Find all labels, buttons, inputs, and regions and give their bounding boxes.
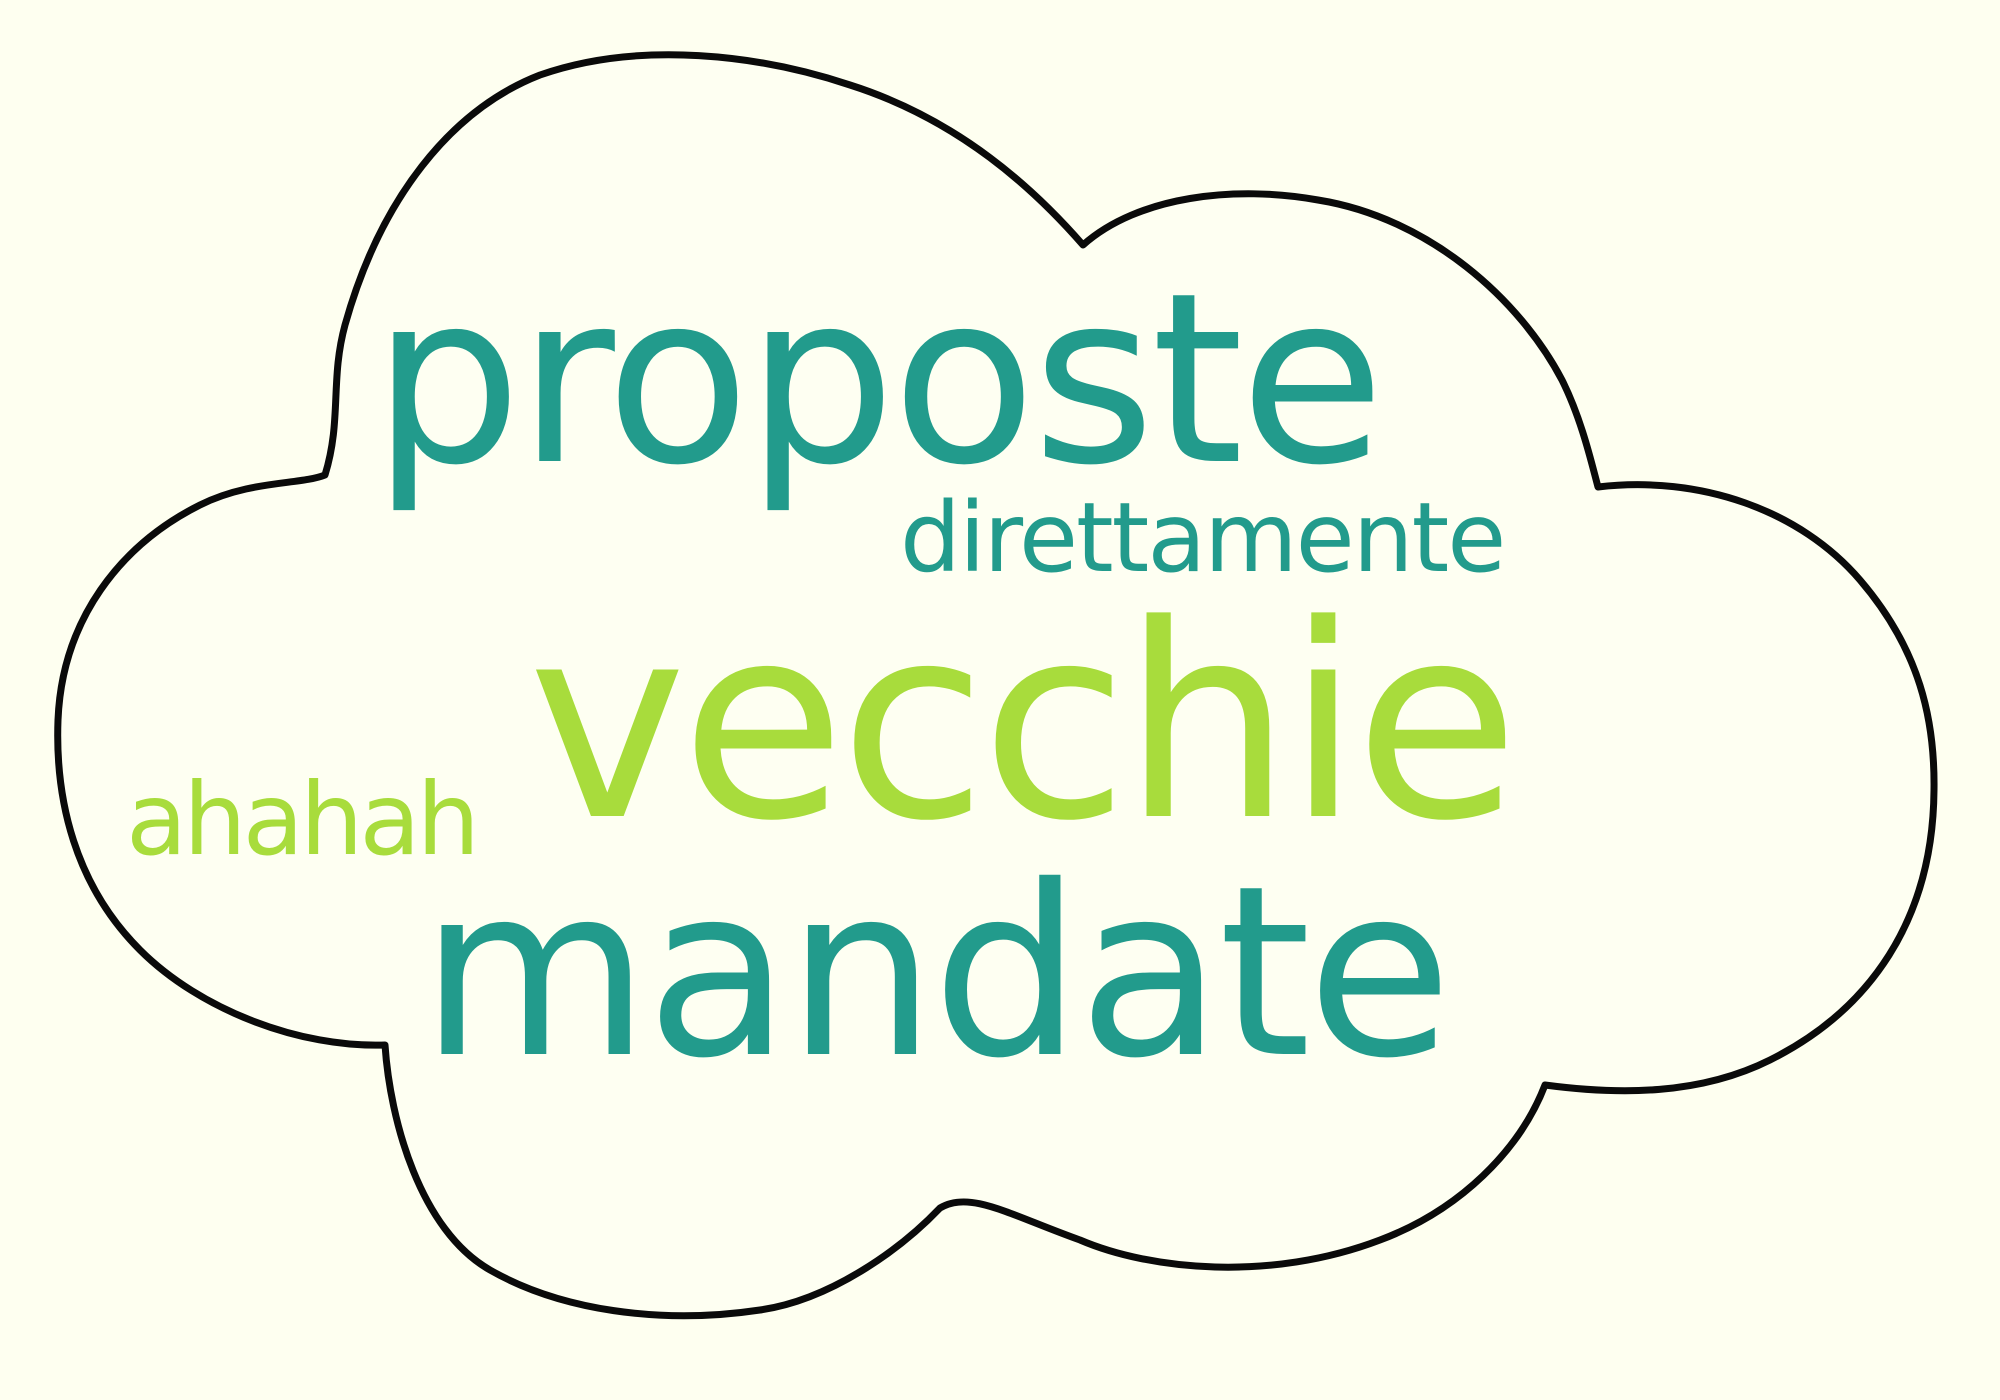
word-mandate: mandate bbox=[420, 835, 1452, 1110]
word-proposte: proposte bbox=[372, 242, 1385, 517]
word-cloud-canvas: proposte direttamente ahahah vecchie man… bbox=[0, 0, 2000, 1400]
word-vecchie: vecchie bbox=[528, 568, 1519, 880]
